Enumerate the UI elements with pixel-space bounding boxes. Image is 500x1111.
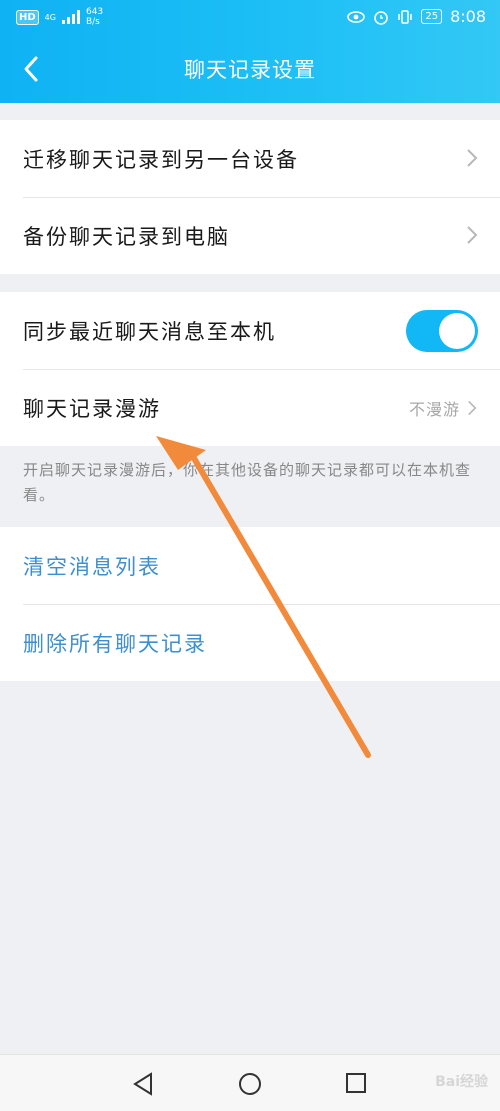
status-bar: HD 4G 643 B/s 25 8:08 xyxy=(0,0,500,36)
network-type: 4G xyxy=(44,12,56,22)
toggle-knob xyxy=(439,313,475,349)
page-title: 聊天记录设置 xyxy=(184,58,316,82)
clear-group: 清空消息列表 删除所有聊天记录 xyxy=(0,527,500,681)
roaming-label: 聊天记录漫游 xyxy=(23,396,161,421)
eye-icon xyxy=(347,10,366,23)
chevron-right-icon xyxy=(467,149,478,167)
roaming-value: 不漫游 xyxy=(408,399,460,419)
nav-back-icon[interactable] xyxy=(132,1072,154,1096)
battery-icon: 25 xyxy=(421,9,443,24)
alarm-icon xyxy=(374,10,389,25)
sync-group: 同步最近聊天消息至本机 聊天记录漫游 不漫游 xyxy=(0,292,500,446)
migrate-records-item[interactable]: 迁移聊天记录到另一台设备 xyxy=(0,120,500,197)
signal-icon xyxy=(61,10,80,24)
roaming-item[interactable]: 聊天记录漫游 不漫游 xyxy=(0,369,500,446)
clear-message-list-label: 清空消息列表 xyxy=(23,554,161,579)
chevron-right-icon xyxy=(467,226,478,244)
speed-value: 643 xyxy=(85,7,104,17)
clear-message-list-button[interactable]: 清空消息列表 xyxy=(0,527,500,604)
backup-to-pc-item[interactable]: 备份聊天记录到电脑 xyxy=(0,197,500,274)
clock: 8:08 xyxy=(450,7,486,26)
sync-recent-label: 同步最近聊天消息至本机 xyxy=(23,319,276,344)
roaming-hint: 开启聊天记录漫游后，你在其他设备的聊天记录都可以在本机查看。 xyxy=(23,461,472,504)
chevron-right-icon xyxy=(468,400,477,416)
net-speed: 643 B/s xyxy=(86,7,103,27)
nav-home-icon[interactable] xyxy=(238,1072,262,1096)
speed-unit: B/s xyxy=(85,17,100,27)
migration-group: 迁移聊天记录到另一台设备 备份聊天记录到电脑 xyxy=(0,120,500,274)
status-left: HD 4G 643 B/s xyxy=(16,7,103,27)
sync-toggle[interactable] xyxy=(406,310,478,352)
hd-icon: HD xyxy=(16,9,39,25)
nav-recents-icon[interactable] xyxy=(345,1072,367,1094)
system-nav-bar: Bai经验 xyxy=(0,1054,500,1111)
nav-bar: 聊天记录设置 xyxy=(0,40,500,98)
backup-to-pc-label: 备份聊天记录到电脑 xyxy=(23,224,230,249)
watermark-logo: Bai经验 xyxy=(435,1074,488,1090)
delete-all-records-label: 删除所有聊天记录 xyxy=(23,631,207,656)
vibrate-icon xyxy=(398,9,413,24)
migrate-records-label: 迁移聊天记录到另一台设备 xyxy=(23,147,299,172)
header-bar: HD 4G 643 B/s 25 8:08 聊天记录设置 xyxy=(0,0,500,103)
status-right: 25 8:08 xyxy=(347,7,486,26)
sync-recent-item: 同步最近聊天消息至本机 xyxy=(0,292,500,369)
delete-all-records-button[interactable]: 删除所有聊天记录 xyxy=(0,604,500,681)
